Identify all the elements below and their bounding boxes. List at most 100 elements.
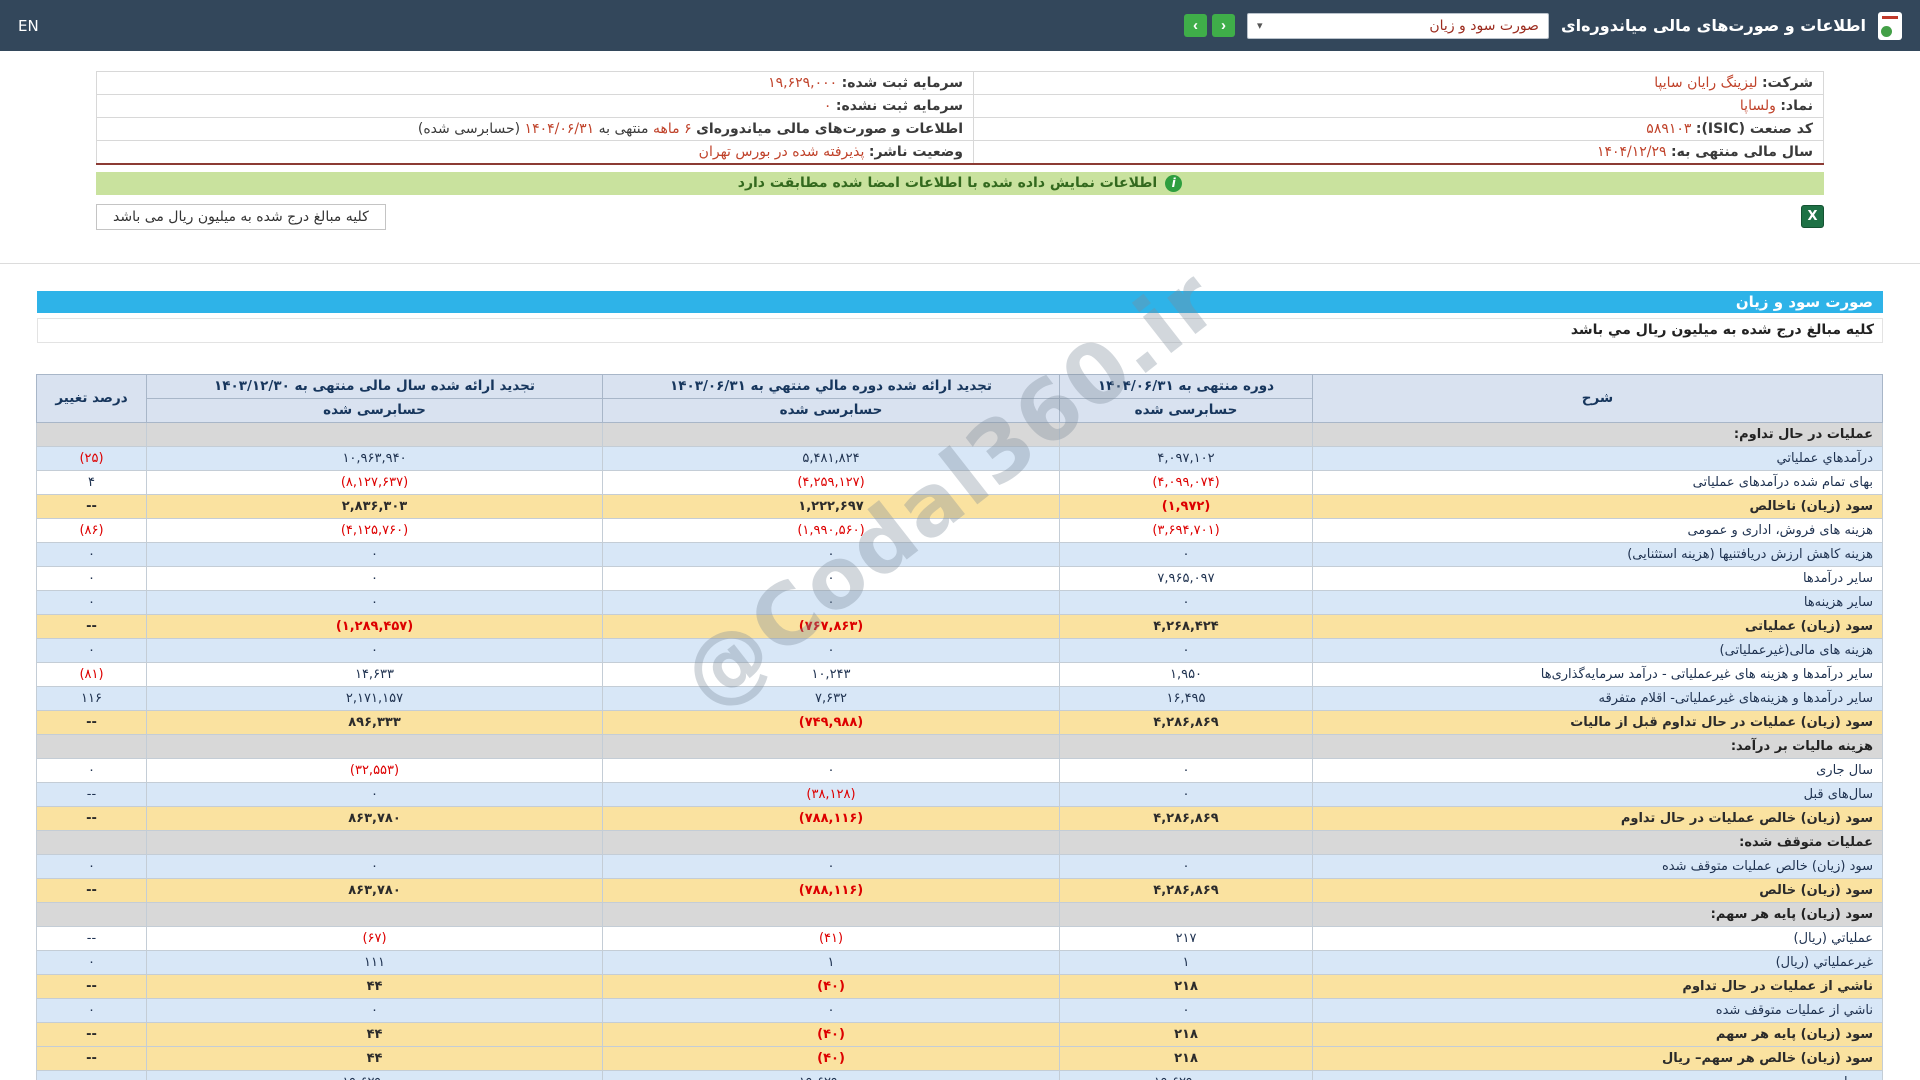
value-prior-year: ۱۴,۶۳۳	[146, 661, 603, 687]
unregistered-capital-value: ۰	[823, 98, 832, 114]
value-prior-year: ۴۴	[146, 1021, 603, 1047]
company-info-row: کد صنعت (ISIC): ۵۸۹۱۰۳ اطلاعات و صورت‌ها…	[96, 117, 1824, 141]
value-current-period: ۰	[1059, 781, 1313, 807]
col-header-prior-year: تجدید ارائه شده سال مالی منتهی به ۱۴۰۳/۱…	[146, 373, 603, 399]
value-current-period: ۴,۲۶۸,۴۲۴	[1059, 613, 1313, 639]
table-row: بهای تمام شده درآمدهای عملیاتی (۴,۰۹۹,۰۷۴…	[36, 469, 1883, 495]
value-change-percent: (۸۱)	[36, 661, 147, 687]
value-change-percent: --	[36, 1069, 147, 1080]
info-icon: i	[1165, 174, 1183, 192]
isic-code-value: ۵۸۹۱۰۳	[1646, 121, 1692, 137]
value-change-percent: --	[36, 1045, 147, 1071]
row-label: غیرعملیاتي (ریال)	[1312, 949, 1883, 975]
value-change-percent: --	[36, 709, 147, 735]
row-label: هزینه مالیات بر درآمد:	[1312, 733, 1883, 759]
unregistered-capital-label: سرمایه ثبت نشده:	[835, 98, 963, 114]
value-change-percent: ۰	[36, 997, 147, 1023]
value-current-period: ۲۱۸	[1059, 973, 1313, 999]
unit-note-row: X کلیه مبالغ درج شده به میلیون ریال می ب…	[96, 203, 1824, 230]
row-label: ناشي از عملیات متوقف شده	[1312, 997, 1883, 1023]
row-label: سایر درآمدها	[1312, 565, 1883, 591]
value-prior-period	[602, 421, 1060, 447]
report-type-select[interactable]: صورت سود و زیان ▾	[1246, 12, 1549, 39]
value-current-period	[1059, 733, 1313, 759]
value-prior-year	[146, 901, 603, 927]
value-prior-period	[602, 829, 1060, 855]
value-change-percent: ۱۱۶	[36, 685, 147, 711]
value-current-period: ۰	[1059, 637, 1313, 663]
table-row: سال‌های قبل ۰ (۳۸,۱۲۸) ۰ --	[36, 781, 1883, 807]
col-subheader-audited-2: حسابرسی شده	[602, 397, 1060, 423]
value-current-period: ۱	[1059, 949, 1313, 975]
value-prior-year: ۲,۱۷۱,۱۵۷	[146, 685, 603, 711]
value-prior-period: (۴۰)	[602, 973, 1060, 999]
row-label: سود (زیان) ناخالص	[1312, 493, 1883, 519]
company-info-row: سال مالی منتهی به: ۱۴۰۴/۱۲/۲۹ وضعیت ناشر…	[96, 140, 1824, 165]
value-change-percent: --	[36, 973, 147, 999]
value-prior-period: ۵,۴۸۱,۸۲۴	[602, 445, 1060, 471]
value-prior-period: ۱	[602, 949, 1060, 975]
excel-export-icon[interactable]: X	[1801, 205, 1824, 228]
value-current-period: ۰	[1059, 541, 1313, 567]
report-document-icon	[1878, 11, 1902, 40]
section-header-row: سود (زیان) پایه هر سهم:	[36, 901, 1883, 927]
section-header-row: عملیات متوقف شده:	[36, 829, 1883, 855]
next-report-button[interactable]: ›	[1211, 14, 1235, 37]
row-label: سود (زیان) خالص عملیات متوقف شده	[1312, 853, 1883, 879]
table-row: عملیاتي (ریال) ۲۱۷ (۴۱) (۶۷) --	[36, 925, 1883, 951]
value-change-percent	[36, 901, 147, 927]
value-current-period: ۱,۹۵۰	[1059, 661, 1313, 687]
value-current-period: (۳,۶۹۴,۷۰۱)	[1059, 517, 1313, 543]
table-row: هزینه های فروش، اداری و عمومی (۳,۶۹۴,۷۰۱)…	[36, 517, 1883, 543]
report-period-end-date: ۱۴۰۴/۰۶/۳۱	[524, 121, 595, 137]
value-prior-year	[146, 421, 603, 447]
value-current-period: ۱۶,۴۹۵	[1059, 685, 1313, 711]
col-header-change-percent: درصد تغییر	[36, 373, 147, 423]
row-label: سود (زیان) خالص هر سهم– ریال	[1312, 1045, 1883, 1071]
value-current-period: ۰	[1059, 589, 1313, 615]
value-change-percent: ۰	[36, 565, 147, 591]
row-label: هزینه کاهش ارزش دریافتنیها (هزینه استثنا…	[1312, 541, 1883, 567]
value-change-percent: --	[36, 877, 147, 903]
value-change-percent: ۰	[36, 541, 147, 567]
report-type-selected-value: صورت سود و زیان	[1429, 17, 1539, 34]
value-prior-period: ۰	[602, 997, 1060, 1023]
value-current-period: ۷,۹۶۵,۰۹۷	[1059, 565, 1313, 591]
value-prior-year	[146, 829, 603, 855]
value-current-period: ۰	[1059, 997, 1313, 1023]
value-prior-period: (۷۶۷,۸۶۳)	[602, 613, 1060, 639]
row-label: سرمایه	[1312, 1069, 1883, 1080]
value-prior-period: (۷۸۸,۱۱۶)	[602, 877, 1060, 903]
table-header-row: شرح دوره منتهی به ۱۴۰۴/۰۶/۳۱ تجدید ارائه…	[36, 373, 1883, 423]
registered-capital-value: ۱۹,۶۲۹,۰۰۰	[768, 75, 838, 91]
value-prior-period: (۳۸,۱۲۸)	[602, 781, 1060, 807]
symbol-value: ولساپا	[1739, 98, 1776, 114]
value-change-percent: ۰	[36, 757, 147, 783]
section-divider	[0, 262, 1920, 264]
table-row: سایر درآمدها و هزینه‌های غیرعملیاتی- اقل…	[36, 685, 1883, 711]
table-row: ناشي از عملیات در حال تداوم ۲۱۸ (۴۰) ۴۴ --	[36, 973, 1883, 999]
table-row: سود (زیان) خالص عملیات در حال تداوم ۴,۲۸۶…	[36, 805, 1883, 831]
value-change-percent	[36, 829, 147, 855]
value-prior-period	[602, 901, 1060, 927]
unit-note-box: کلیه مبالغ درج شده به میلیون ریال می باش…	[96, 203, 386, 230]
table-row: سایر درآمدها ۷,۹۶۵,۰۹۷ ۰ ۰ ۰	[36, 565, 1883, 591]
value-change-percent: --	[36, 613, 147, 639]
symbol-label: نماد:	[1780, 98, 1813, 114]
chevron-down-icon: ▾	[1256, 19, 1263, 32]
value-prior-year: ۰	[146, 637, 603, 663]
table-row: سود (زیان) ناخالص (۱,۹۷۲) ۱,۲۲۲,۶۹۷ ۲,۸۳۶,۳…	[36, 493, 1883, 519]
signed-info-banner: i اطلاعات نمایش داده شده با اطلاعات امضا…	[96, 171, 1824, 195]
prev-report-button[interactable]: ‹	[1183, 14, 1207, 37]
fiscal-year-end-value: ۱۴۰۴/۱۲/۲۹	[1596, 143, 1667, 160]
col-header-prior-period: تجدید ارائه شده دوره مالي منتهي به ۱۴۰۳/…	[602, 373, 1060, 399]
value-prior-year: ۰	[146, 997, 603, 1023]
value-change-percent: --	[36, 925, 147, 951]
statement-title-bar: صورت سود و زیان	[37, 290, 1883, 313]
table-row: هزینه های مالی(غیرعملیاتی) ۰ ۰ ۰ ۰	[36, 637, 1883, 663]
table-row: سال جاری ۰ ۰ (۳۲,۵۵۳) ۰	[36, 757, 1883, 783]
report-audit-status: (حسابرسی شده)	[417, 121, 521, 137]
value-change-percent: --	[36, 493, 147, 519]
language-toggle[interactable]: EN	[18, 17, 39, 35]
value-prior-year: (۸,۱۲۷,۶۳۷)	[146, 469, 603, 495]
